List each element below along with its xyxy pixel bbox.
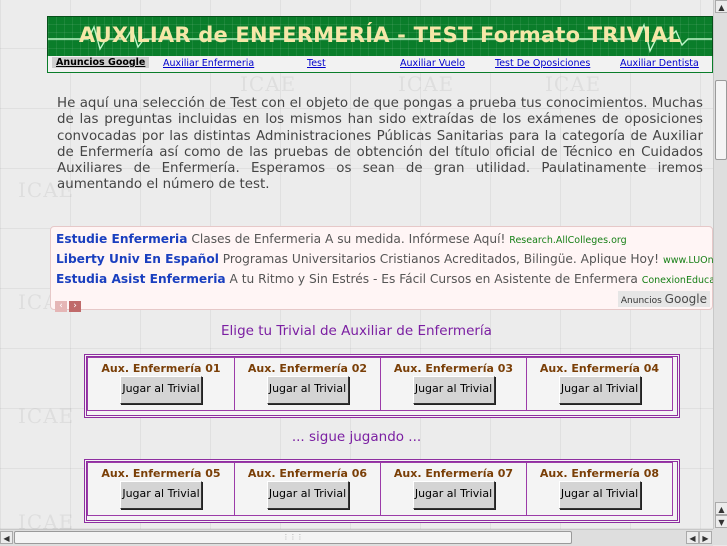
nav-link-auxiliar-vuelo[interactable]: Auxiliar Vuelo bbox=[400, 58, 465, 69]
nav-link-auxiliar-dentista[interactable]: Auxiliar Dentista bbox=[620, 58, 699, 69]
play-trivial-button[interactable]: Jugar al Trivial bbox=[558, 481, 641, 509]
scroll-right-icon[interactable]: ▶ bbox=[699, 531, 712, 544]
ad-item[interactable]: Estudie Enfermeria Clases de Enfermeria … bbox=[56, 232, 627, 246]
watermark-text: ICAE bbox=[398, 72, 455, 96]
intro-paragraph: He aquí una selección de Test con el obj… bbox=[57, 96, 703, 193]
play-trivial-button[interactable]: Jugar al Trivial bbox=[412, 481, 495, 509]
trivial-cell: Aux. Enfermería 01 Jugar al Trivial bbox=[87, 357, 235, 411]
trivial-cell: Aux. Enfermería 06 Jugar al Trivial bbox=[234, 462, 381, 516]
play-trivial-button[interactable]: Jugar al Trivial bbox=[266, 376, 349, 404]
chevron-right-icon[interactable]: › bbox=[69, 301, 81, 312]
ad-text: A tu Ritmo y Sin Estrés - Es Fácil Curso… bbox=[229, 272, 638, 286]
watermark-text: ICAE bbox=[18, 404, 75, 428]
ad-pager: ‹ › bbox=[55, 293, 83, 312]
scroll-left-icon[interactable]: ◀ bbox=[686, 531, 699, 544]
ad-title[interactable]: Estudie Enfermeria bbox=[56, 232, 187, 246]
trivial-title: Aux. Enfermería 04 bbox=[539, 362, 660, 375]
trivial-title: Aux. Enfermería 01 bbox=[101, 362, 221, 375]
page-title: AUXILIAR de ENFERMERÍA - TEST Formato TR… bbox=[78, 23, 682, 47]
scroll-left-icon[interactable]: ◀ bbox=[0, 531, 13, 544]
horizontal-scrollbar[interactable]: ◀ ⋮⋮⋮ ◀ ▶ bbox=[0, 529, 713, 546]
vertical-scrollbar[interactable]: ▲ ▲ ▼ bbox=[713, 0, 727, 529]
ad-title[interactable]: Estudia Asist Enfermeria bbox=[56, 272, 226, 286]
trivial-cell: Aux. Enfermería 04 Jugar al Trivial bbox=[526, 357, 673, 411]
watermark-text: ICAE bbox=[240, 72, 297, 96]
chevron-left-icon[interactable]: ‹ bbox=[55, 301, 67, 312]
trivial-title: Aux. Enfermería 05 bbox=[101, 467, 221, 480]
trivial-grid-row-2: Aux. Enfermería 05 Jugar al Trivial Aux.… bbox=[84, 459, 680, 523]
header-banner: AUXILIAR de ENFERMERÍA - TEST Formato TR… bbox=[47, 16, 713, 58]
trivial-title: Aux. Enfermería 06 bbox=[247, 467, 368, 480]
trivial-cell: Aux. Enfermería 05 Jugar al Trivial bbox=[87, 462, 235, 516]
ads-label[interactable]: Anuncios Google bbox=[52, 57, 150, 68]
ad-box: Estudie Enfermeria Clases de Enfermeria … bbox=[50, 226, 727, 312]
trivial-title: Aux. Enfermería 02 bbox=[247, 362, 368, 375]
trivial-cell: Aux. Enfermería 07 Jugar al Trivial bbox=[380, 462, 527, 516]
play-trivial-button[interactable]: Jugar al Trivial bbox=[558, 376, 641, 404]
horizontal-scroll-thumb[interactable]: ⋮⋮⋮ bbox=[14, 531, 572, 544]
nav-link-auxiliar-enfermeria[interactable]: Auxiliar Enfermeria bbox=[163, 58, 254, 69]
play-trivial-button[interactable]: Jugar al Trivial bbox=[120, 481, 202, 509]
ad-item[interactable]: Liberty Univ En Español Programas Univer… bbox=[56, 252, 727, 266]
play-trivial-button[interactable]: Jugar al Trivial bbox=[412, 376, 495, 404]
scroll-up-icon[interactable]: ▲ bbox=[715, 0, 727, 13]
watermark-text: ICAE bbox=[545, 72, 602, 96]
scroll-down-icon[interactable]: ▼ bbox=[715, 515, 727, 528]
google-logo: Google bbox=[664, 292, 707, 306]
ad-text: Programas Universitarios Cristianos Acre… bbox=[222, 252, 660, 266]
ad-url[interactable]: Research.AllColleges.org bbox=[509, 235, 626, 246]
ads-badge-label: Anuncios bbox=[620, 296, 662, 306]
trivial-cell: Aux. Enfermería 08 Jugar al Trivial bbox=[526, 462, 673, 516]
trivial-grid-row-1: Aux. Enfermería 01 Jugar al Trivial Aux.… bbox=[84, 354, 680, 418]
google-ads-badge[interactable]: Anuncios Google bbox=[617, 291, 710, 307]
ad-link-bar: Anuncios Google Auxiliar Enfermeria Test… bbox=[47, 56, 713, 73]
trivial-title: Aux. Enfermería 07 bbox=[393, 467, 514, 480]
trivial-title: Aux. Enfermería 03 bbox=[393, 362, 514, 375]
trivial-cell: Aux. Enfermería 02 Jugar al Trivial bbox=[234, 357, 381, 411]
scrollbar-corner bbox=[713, 529, 727, 545]
continue-heading: ... sigue jugando ... bbox=[291, 429, 422, 445]
nav-link-test-oposiciones[interactable]: Test De Oposiciones bbox=[495, 58, 590, 69]
vertical-scroll-thumb[interactable] bbox=[715, 80, 727, 160]
ad-title[interactable]: Liberty Univ En Español bbox=[56, 252, 219, 266]
play-trivial-button[interactable]: Jugar al Trivial bbox=[120, 376, 202, 404]
nav-link-test[interactable]: Test bbox=[307, 58, 326, 69]
ad-text: Clases de Enfermeria A su medida. Infórm… bbox=[191, 232, 506, 246]
choose-trivial-heading: Elige tu Trivial de Auxiliar de Enfermer… bbox=[221, 323, 492, 339]
trivial-cell: Aux. Enfermería 03 Jugar al Trivial bbox=[380, 357, 527, 411]
play-trivial-button[interactable]: Jugar al Trivial bbox=[266, 481, 349, 509]
trivial-title: Aux. Enfermería 08 bbox=[539, 467, 660, 480]
ad-item[interactable]: Estudia Asist Enfermeria A tu Ritmo y Si… bbox=[56, 272, 727, 286]
scroll-up-icon[interactable]: ▲ bbox=[715, 502, 727, 515]
